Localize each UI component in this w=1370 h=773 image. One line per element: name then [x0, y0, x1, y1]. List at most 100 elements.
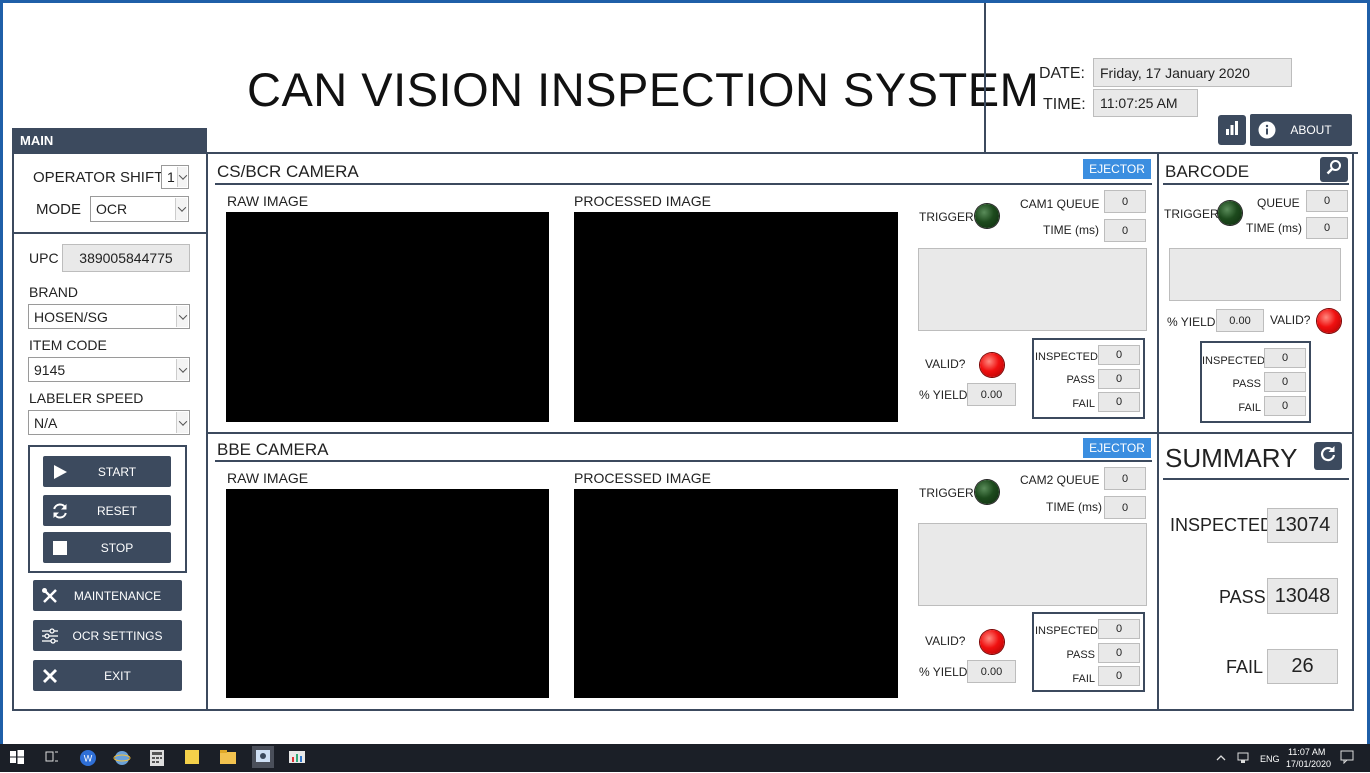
summary-fail-field: 26: [1267, 649, 1338, 684]
barcode-inspected-field: 0: [1264, 348, 1306, 368]
task-view-icon[interactable]: [44, 749, 62, 767]
brand-select[interactable]: HOSEN/SG: [28, 304, 190, 329]
clock-date[interactable]: 17/01/2020: [1286, 759, 1331, 769]
start-button[interactable]: START: [43, 456, 171, 487]
cam-divider: [207, 432, 1159, 434]
search-icon: [1326, 159, 1342, 180]
calculator-icon[interactable]: [149, 749, 167, 767]
mode-select[interactable]: OCR: [90, 196, 189, 222]
sticky-notes-icon[interactable]: [184, 749, 202, 767]
barcode-result-box: [1169, 248, 1341, 301]
barcode-title: BARCODE: [1165, 162, 1250, 181]
cam2-processed-image: [574, 489, 898, 698]
network-icon[interactable]: [1237, 751, 1255, 769]
barcode-divider: [1158, 432, 1354, 434]
barcode-fail-label: FAIL: [1238, 402, 1261, 414]
page-title: CAN VISION INSPECTION SYSTEM: [247, 63, 1040, 116]
about-button[interactable]: ABOUT: [1250, 114, 1352, 146]
play-icon: [47, 456, 73, 487]
time-label: TIME:: [1043, 96, 1086, 113]
file-explorer-icon[interactable]: [219, 749, 237, 767]
app-globe-icon[interactable]: [113, 749, 131, 767]
item-code-select[interactable]: 9145: [28, 357, 190, 382]
main-tab: MAIN: [12, 128, 207, 154]
stop-button[interactable]: STOP: [43, 532, 171, 563]
summary-pass-label: PASS: [1219, 587, 1266, 607]
cam1-ejector-button[interactable]: EJECTOR: [1083, 159, 1151, 179]
barcode-valid-label: VALID?: [1270, 313, 1311, 327]
brand-label: BRAND: [29, 284, 79, 300]
date-field: Friday, 17 January 2020: [1093, 58, 1292, 87]
left-outer: [12, 154, 14, 711]
cam2-raw-label: RAW IMAGE: [227, 470, 309, 486]
language-indicator[interactable]: ENG: [1260, 754, 1280, 764]
taskbar: W ENG 11:07 AM 17/01/2020: [0, 744, 1370, 772]
cam1-pass-field: 0: [1098, 369, 1140, 389]
item-code-label: ITEM CODE: [29, 337, 107, 353]
labeler-speed-label: LABELER SPEED: [29, 390, 144, 406]
chevron-down-icon: [176, 359, 188, 380]
upc-field: 389005844775: [62, 244, 190, 272]
stats-button[interactable]: [1218, 115, 1246, 145]
cam2-inspected-field: 0: [1098, 619, 1140, 639]
summary-fail-label: FAIL: [1226, 657, 1264, 677]
cam1-trigger-led: [975, 204, 999, 228]
summary-inspected-label: INSPECTED: [1170, 515, 1274, 535]
barcode-time-label: TIME (ms): [1246, 221, 1302, 235]
stop-label: STOP: [100, 540, 134, 555]
app-blue-icon[interactable]: W: [79, 749, 97, 767]
cam2-raw-image: [226, 489, 549, 698]
item-code-value: 9145: [34, 361, 66, 378]
exit-button[interactable]: EXIT: [33, 660, 182, 691]
chevron-down-icon: [175, 198, 187, 220]
top-rule-right: [1158, 152, 1358, 154]
cam1-inspected-label: INSPECTED: [1035, 351, 1098, 363]
cam2-title: BBE CAMERA: [217, 440, 329, 459]
notification-icon[interactable]: [1340, 750, 1358, 768]
cam1-pass-label: PASS: [1066, 374, 1095, 386]
cam2-inspected-label: INSPECTED: [1035, 625, 1098, 637]
cam2-queue-label: CAM2 QUEUE: [1020, 473, 1100, 487]
reset-button[interactable]: RESET: [43, 495, 171, 526]
barcode-pass-field: 0: [1264, 372, 1306, 392]
cam2-time-field: 0: [1104, 496, 1146, 519]
barcode-trigger-label: TRIGGER: [1164, 207, 1219, 221]
main-tab-label: MAIN: [20, 133, 54, 148]
ocr-settings-button[interactable]: OCR SETTINGS: [33, 620, 182, 651]
cam2-fail-field: 0: [1098, 666, 1140, 686]
operator-shift-select[interactable]: 1: [161, 165, 189, 189]
maintenance-button[interactable]: MAINTENANCE: [33, 580, 182, 611]
header-divider: [984, 3, 986, 154]
app-chart-icon[interactable]: [288, 749, 306, 767]
chevron-up-icon[interactable]: [1215, 751, 1233, 769]
svg-text:W: W: [84, 754, 93, 764]
barcode-pass-label: PASS: [1232, 378, 1261, 390]
stop-icon: [47, 532, 73, 563]
barcode-search-button[interactable]: [1320, 157, 1348, 182]
cam2-title-rule: [215, 460, 1152, 462]
date-label: DATE:: [1039, 65, 1085, 82]
summary-pass-field: 13048: [1267, 578, 1338, 614]
labeler-speed-select[interactable]: N/A: [28, 410, 190, 435]
cam1-queue-field: 0: [1104, 190, 1146, 213]
cam2-ejector-button[interactable]: EJECTOR: [1083, 438, 1151, 458]
barcode-fail-field: 0: [1264, 396, 1306, 416]
barcode-valid-led: [1317, 309, 1341, 333]
cam1-result-box: [918, 248, 1147, 331]
cam1-processed-label: PROCESSED IMAGE: [574, 193, 711, 209]
cam2-time-label: TIME (ms): [1046, 500, 1102, 514]
cam1-fail-label: FAIL: [1072, 398, 1095, 410]
barcode-time-field: 0: [1306, 217, 1348, 239]
refresh-icon: [1319, 445, 1337, 468]
cam1-fail-field: 0: [1098, 392, 1140, 412]
summary-title: SUMMARY: [1165, 443, 1298, 473]
cam1-trigger-label: TRIGGER: [919, 210, 974, 224]
operator-shift-value: 1: [167, 169, 175, 185]
windows-start-icon[interactable]: [9, 749, 27, 767]
cam2-yield-field: 0.00: [967, 660, 1016, 683]
cam2-yield-label: % YIELD: [919, 665, 968, 679]
cam1-raw-label: RAW IMAGE: [227, 193, 309, 209]
active-app-icon[interactable]: [252, 746, 274, 768]
summary-refresh-button[interactable]: [1314, 442, 1342, 470]
clock-time[interactable]: 11:07 AM: [1288, 747, 1325, 757]
